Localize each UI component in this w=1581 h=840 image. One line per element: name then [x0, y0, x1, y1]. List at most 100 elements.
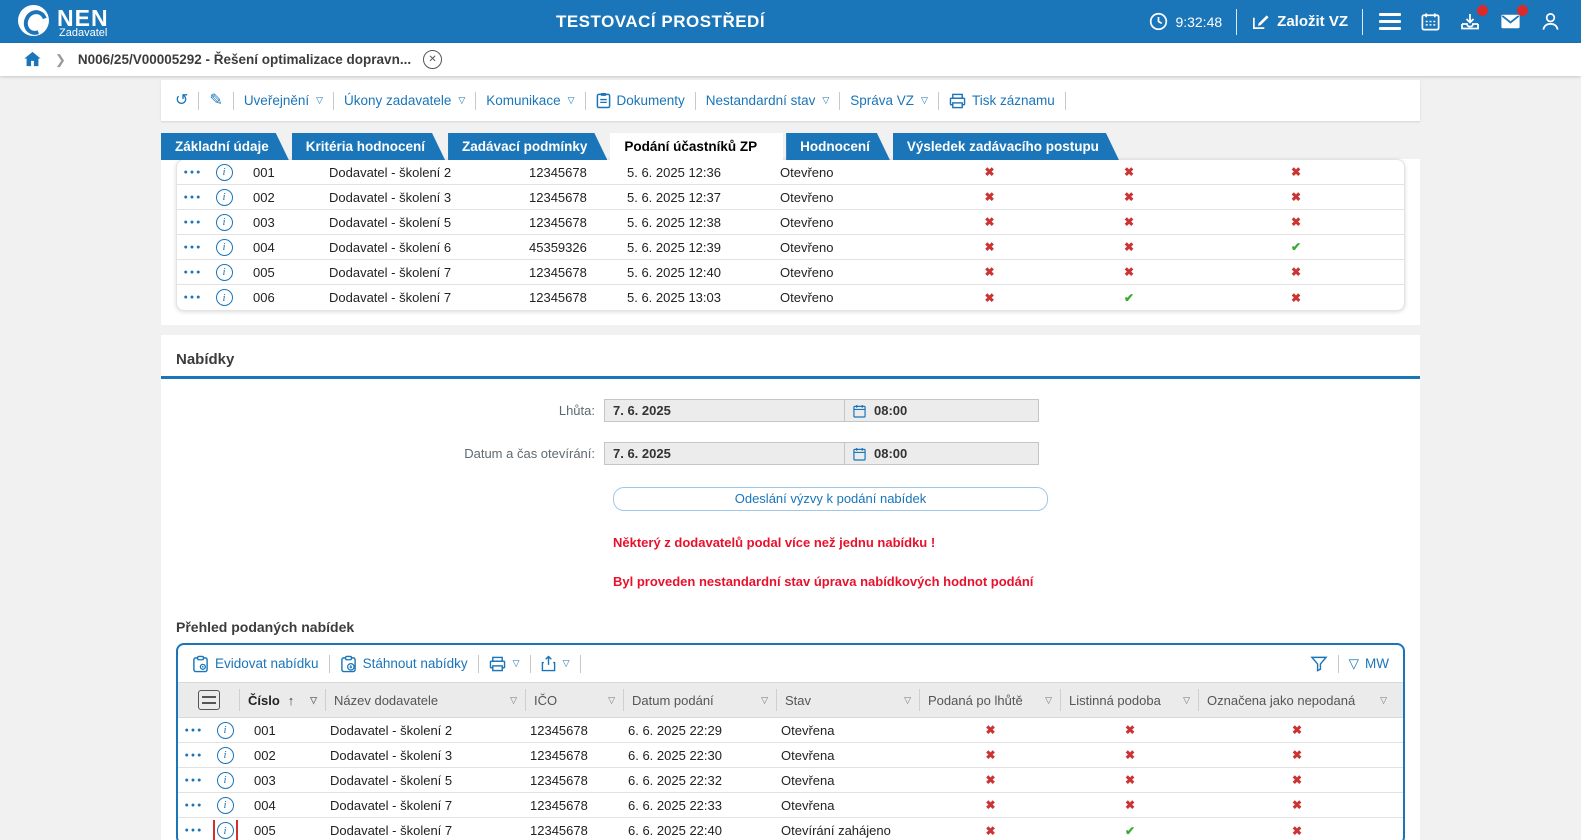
table-row[interactable]: ●●● i 003 Dodavatel - školení 5 12345678…	[178, 768, 1403, 793]
lhuta-time-field[interactable]: 08:00	[844, 399, 1039, 422]
history-icon[interactable]: ↺	[175, 93, 188, 109]
table-row[interactable]: ●●● i 005 Dodavatel - školení 7 12345678…	[177, 260, 1404, 285]
lhuta-date-field[interactable]: 7. 6. 2025	[604, 399, 844, 422]
tab-kriteria-hodnoceni[interactable]: Kritéria hodnocení	[292, 133, 445, 160]
breadcrumb-item[interactable]: N006/25/V00005292 - Řešení optimalizace …	[78, 52, 411, 67]
flag-listinna-podoba: ✖	[1060, 215, 1198, 229]
tab-hodnoceni[interactable]: Hodnocení	[786, 133, 890, 160]
oteviranie-time-field[interactable]: 08:00	[844, 442, 1039, 465]
participants-table: ●●● i 001 Dodavatel - školení 2 12345678…	[176, 159, 1405, 311]
table-row[interactable]: ●●● i 002 Dodavatel - školení 3 12345678…	[178, 743, 1403, 768]
info-icon[interactable]: i	[217, 772, 234, 789]
menu-nestandardni-stav[interactable]: Nestandardní stav▽	[706, 93, 829, 108]
table-row[interactable]: ●●● i 005 Dodavatel - školení 7 12345678…	[178, 818, 1403, 840]
table-row[interactable]: ●●● i 001 Dodavatel - školení 2 12345678…	[177, 160, 1404, 185]
send-call-for-offers-button[interactable]: Odeslání výzvy k podání nabídek	[613, 487, 1048, 511]
column-podana-po-lhute[interactable]: Podaná po lhůtě▽	[920, 689, 1061, 711]
stahnout-nabidky-button[interactable]: Stáhnout nabídky	[340, 655, 468, 673]
evidovat-nabidku-button[interactable]: Evidovat nabídku	[192, 655, 319, 673]
tab-podani-ucastniku-zp[interactable]: Podání účastníků ZP	[610, 133, 783, 160]
inbox-notifications-icon[interactable]	[1457, 9, 1483, 35]
filter-chevron-icon[interactable]: ▽	[310, 695, 317, 706]
filter-chevron-icon[interactable]: ▽	[510, 695, 517, 706]
flag-podana-po-lhute: ✖	[920, 798, 1061, 812]
table-row[interactable]: ●●● i 004 Dodavatel - školení 7 12345678…	[178, 793, 1403, 818]
info-icon[interactable]: i	[217, 722, 234, 739]
oteviranie-date-field[interactable]: 7. 6. 2025	[604, 442, 844, 465]
close-record-icon[interactable]: ✕	[423, 50, 442, 69]
menu-uverejneni[interactable]: Uveřejnění▽	[244, 93, 323, 108]
info-icon[interactable]: i	[217, 822, 234, 839]
column-nazev-dodavatele[interactable]: Název dodavatele▽	[326, 689, 526, 711]
row-menu-icon[interactable]: ●●●	[177, 219, 209, 226]
menu-ukony-zadavatele[interactable]: Úkony zadavatele▽	[344, 93, 465, 108]
info-icon[interactable]: i	[216, 189, 233, 206]
print-record-button[interactable]: Tisk záznamu	[949, 93, 1055, 109]
filter-chevron-icon[interactable]: ▽	[904, 695, 911, 706]
tab-zadavaci-podminky[interactable]: Zadávací podmínky	[448, 133, 607, 160]
column-datum-podani[interactable]: Datum podání▽	[624, 689, 777, 711]
menu-komunikace[interactable]: Komunikace▽	[486, 93, 574, 108]
info-icon[interactable]: i	[216, 239, 233, 256]
column-ico[interactable]: IČO▽	[526, 689, 624, 711]
row-menu-icon[interactable]: ●●●	[178, 752, 210, 759]
table-row[interactable]: ●●● i 003 Dodavatel - školení 5 12345678…	[177, 210, 1404, 235]
table-row[interactable]: ●●● i 001 Dodavatel - školení 2 12345678…	[178, 718, 1403, 743]
user-profile-icon[interactable]	[1537, 9, 1563, 35]
messages-icon[interactable]	[1497, 9, 1523, 35]
row-menu-icon[interactable]: ●●●	[178, 777, 210, 784]
filter-icon[interactable]	[1310, 655, 1328, 672]
nen-logo[interactable]: NEN Zadavatel	[18, 5, 109, 39]
info-icon[interactable]: i	[216, 289, 233, 306]
top-header: NEN Zadavatel TESTOVACÍ PROSTŘEDÍ 9:32:4…	[0, 0, 1581, 43]
print-table-button[interactable]: ▽	[489, 656, 520, 672]
offers-overview-title: Přehled podaných nabídek	[176, 619, 1420, 635]
export-button[interactable]: ▽	[541, 655, 570, 672]
row-menu-icon[interactable]: ●●●	[177, 244, 209, 251]
column-cislo[interactable]: Číslo↑▽	[240, 689, 326, 711]
cell-cislo: 003	[239, 215, 325, 230]
participants-section: ●●● i 001 Dodavatel - školení 2 12345678…	[161, 159, 1420, 325]
tab-vysledek-zadavaciho-postupu[interactable]: Výsledek zadávacího postupu	[893, 133, 1119, 160]
column-stav[interactable]: Stav▽	[777, 689, 920, 711]
row-menu-icon[interactable]: ●●●	[177, 294, 209, 301]
row-menu-icon[interactable]: ●●●	[177, 169, 209, 176]
filter-chevron-icon[interactable]: ▽	[1183, 695, 1190, 706]
row-menu-icon[interactable]: ●●●	[178, 802, 210, 809]
filter-chevron-icon[interactable]: ▽	[761, 695, 768, 706]
row-menu-icon[interactable]: ●●●	[177, 269, 209, 276]
info-icon[interactable]: i	[216, 214, 233, 231]
info-icon[interactable]: i	[217, 797, 234, 814]
create-vz-button[interactable]: Založit VZ	[1251, 12, 1348, 31]
column-oznacena-jako-nepodana[interactable]: Označena jako nepodaná▽	[1199, 689, 1395, 711]
table-row[interactable]: ●●● i 002 Dodavatel - školení 3 12345678…	[177, 185, 1404, 210]
row-menu-icon[interactable]: ●●●	[177, 194, 209, 201]
column-settings-cell[interactable]	[178, 689, 240, 711]
chevron-down-icon: ▽	[563, 658, 570, 669]
nabidky-section: Nabídky Lhůta: 7. 6. 2025 08:00 Datum a …	[161, 335, 1420, 840]
record-toolbar: ↺ ✎ Uveřejnění▽ Úkony zadavatele▽ Komuni…	[161, 80, 1420, 121]
column-listinna-podoba[interactable]: Listinná podoba▽	[1061, 689, 1199, 711]
table-row[interactable]: ●●● i 006 Dodavatel - školení 7 12345678…	[177, 285, 1404, 310]
cell-ico: 45359326	[525, 240, 623, 255]
tab-zakladni-udaje[interactable]: Základní údaje	[161, 133, 289, 160]
info-icon[interactable]: i	[216, 164, 233, 181]
menu-sprava-vz[interactable]: Správa VZ▽	[850, 93, 928, 108]
chevron-right-icon: ❯	[55, 52, 66, 68]
calendar-icon[interactable]	[1417, 9, 1443, 35]
filter-chevron-icon[interactable]: ▽	[608, 695, 615, 706]
row-menu-icon[interactable]: ●●●	[178, 727, 210, 734]
info-icon[interactable]: i	[217, 747, 234, 764]
flag-podana-po-lhute: ✖	[920, 773, 1061, 787]
edit-icon[interactable]: ✎	[209, 93, 222, 109]
filter-chevron-icon[interactable]: ▽	[1380, 695, 1387, 706]
row-menu-icon[interactable]: ●●●	[178, 827, 210, 834]
info-icon[interactable]: i	[216, 264, 233, 281]
section-title-nabidky: Nabídky	[161, 335, 1420, 376]
table-row[interactable]: ●●● i 004 Dodavatel - školení 6 45359326…	[177, 235, 1404, 260]
menu-dokumenty[interactable]: Dokumenty	[596, 92, 685, 109]
home-icon[interactable]	[22, 49, 43, 70]
view-selector[interactable]: ▽MW	[1349, 656, 1389, 672]
filter-chevron-icon[interactable]: ▽	[1045, 695, 1052, 706]
menu-icon[interactable]	[1377, 9, 1403, 35]
